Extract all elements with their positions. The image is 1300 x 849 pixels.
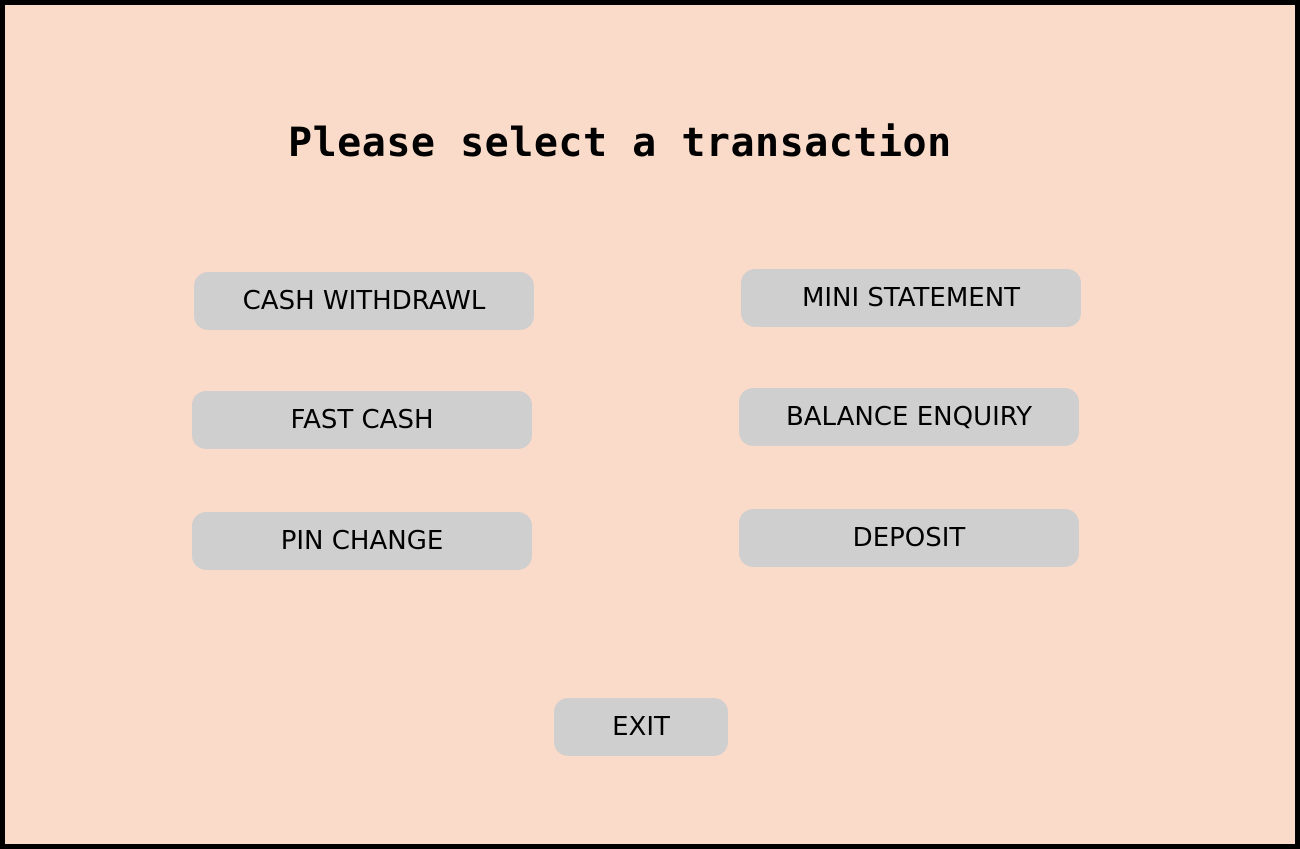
cash-withdrawal-button[interactable]: CASH WITHDRAWL	[194, 272, 534, 330]
pin-change-button[interactable]: PIN CHANGE	[192, 512, 532, 570]
balance-enquiry-button[interactable]: BALANCE ENQUIRY	[739, 388, 1079, 446]
page-title: Please select a transaction	[288, 120, 952, 166]
deposit-button[interactable]: DEPOSIT	[739, 509, 1079, 567]
exit-button[interactable]: EXIT	[554, 698, 728, 756]
mini-statement-button[interactable]: MINI STATEMENT	[741, 269, 1081, 327]
transaction-screen: Please select a transaction CASH WITHDRA…	[0, 0, 1300, 849]
fast-cash-button[interactable]: FAST CASH	[192, 391, 532, 449]
